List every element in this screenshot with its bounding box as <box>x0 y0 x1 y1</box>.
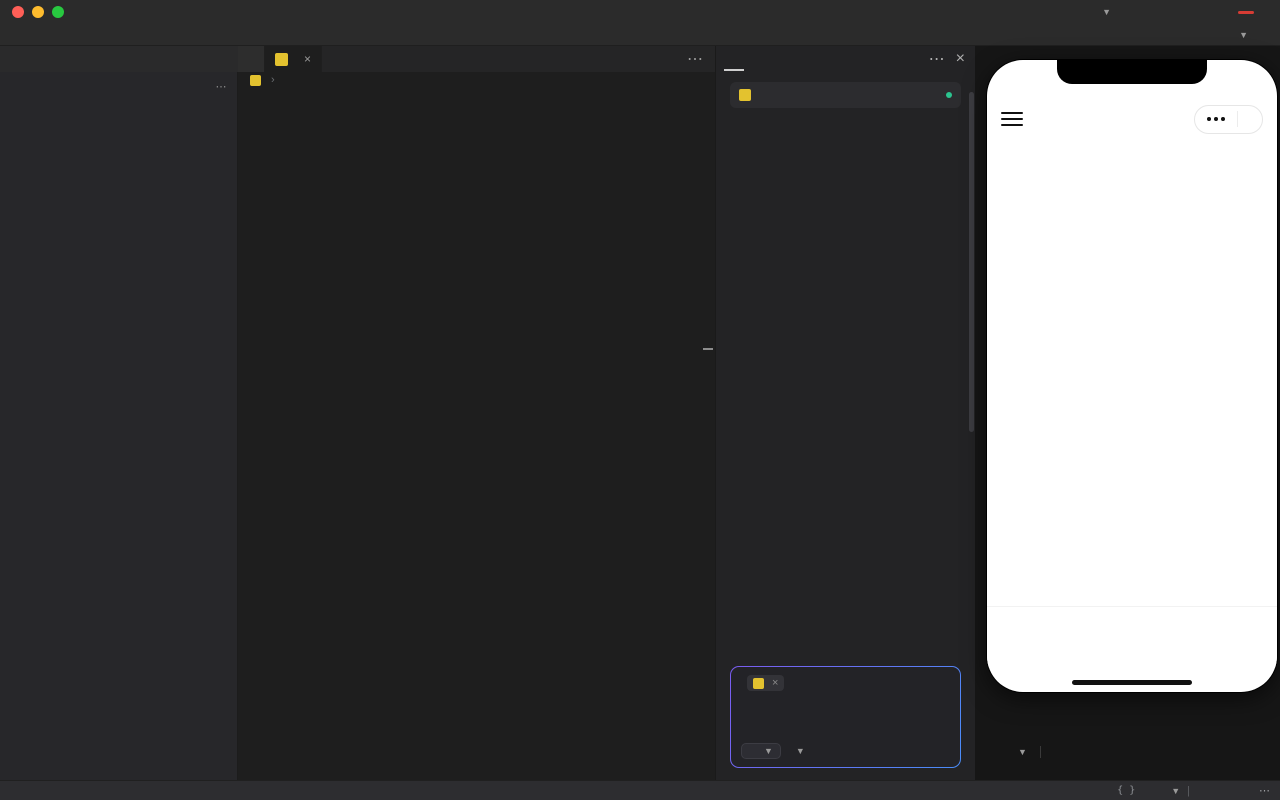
close-window-button[interactable] <box>12 6 24 18</box>
menu-hamburger-icon[interactable] <box>1001 112 1023 126</box>
phone-simulator <box>987 60 1277 692</box>
ai-scrollbar[interactable] <box>969 92 974 432</box>
phone-navbar <box>987 98 1277 140</box>
activity-bar <box>0 46 238 72</box>
ai-context-card[interactable] <box>730 82 961 108</box>
chevron-down-icon: ▼ <box>1018 747 1027 757</box>
simulator-toolbar: ▼ <box>1013 746 1093 758</box>
mode-craft-select[interactable]: ▼ <box>741 743 781 759</box>
ai-more-actions[interactable]: ⋯ <box>929 49 945 69</box>
titlebar-row2: ▼ <box>0 24 1280 46</box>
phone-notch <box>1057 60 1207 84</box>
capsule-button[interactable] <box>1194 105 1263 134</box>
ai-input-box: × ▼ ▼ <box>730 666 961 768</box>
more-dots-icon[interactable] <box>1207 117 1225 121</box>
close-ai-panel-icon[interactable]: × <box>956 50 965 68</box>
ai-assistant-logo-icon[interactable] <box>726 47 746 71</box>
tab-app-js[interactable]: × <box>265 46 322 72</box>
editor-more-actions[interactable]: ⋯ <box>687 49 703 69</box>
js-file-icon <box>275 53 288 66</box>
js-file-icon <box>753 678 764 689</box>
page-path-select[interactable]: ▼ <box>1234 30 1248 40</box>
ai-assistant-panel: × ▼ ▼ <box>715 72 975 780</box>
language-mode[interactable]: { } <box>1117 785 1139 796</box>
titlebar: ▼ <box>0 0 1280 24</box>
close-tab-icon[interactable]: × <box>304 52 311 66</box>
zoom-window-button[interactable] <box>52 6 64 18</box>
chevron-down-icon: ▼ <box>1239 30 1248 40</box>
remove-chip-icon[interactable]: × <box>772 677 778 689</box>
status-dot <box>946 92 952 98</box>
mode-select[interactable]: ▼ <box>1097 7 1111 17</box>
device-select[interactable]: ▼ <box>1013 747 1027 757</box>
wechat-devtools-window: ▼ ▼ <box>0 0 1280 800</box>
editor-tabbar: × ⋯ <box>238 46 715 72</box>
statusbar-more-icon[interactable]: ⋯ <box>1259 784 1270 797</box>
status-bar: { } ▼| ⋯ <box>0 780 1280 800</box>
chevron-down-icon: ▼ <box>1102 7 1111 17</box>
minimize-window-button[interactable] <box>32 6 44 18</box>
js-file-icon <box>739 89 751 101</box>
context-file-chip[interactable]: × <box>747 675 784 691</box>
breadcrumb: › <box>238 72 715 88</box>
simulator-panel: ▼ <box>975 46 1280 780</box>
chevron-down-icon: ▼ <box>764 746 773 756</box>
window-controls <box>0 6 64 18</box>
explorer-more-actions[interactable]: ⋯ <box>216 80 228 93</box>
page-path-dropdown[interactable]: ▼| <box>1167 785 1205 797</box>
chevron-down-icon: ▼ <box>1171 786 1180 796</box>
php-logo <box>1238 11 1254 14</box>
phone-tabbar <box>987 606 1277 668</box>
overview-ruler-mark <box>703 348 713 350</box>
explorer-sidebar: ⋯ <box>0 72 238 780</box>
tab-dependency-analysis[interactable] <box>238 46 265 72</box>
js-file-icon <box>250 75 261 86</box>
ai-panel-header: ⋯ × <box>715 46 975 72</box>
code-editor[interactable]: › <box>238 72 715 780</box>
ai-explanation-text <box>730 118 961 658</box>
chevron-down-icon: ▼ <box>796 746 805 756</box>
home-indicator[interactable] <box>1072 680 1192 685</box>
model-select[interactable]: ▼ <box>791 746 805 756</box>
